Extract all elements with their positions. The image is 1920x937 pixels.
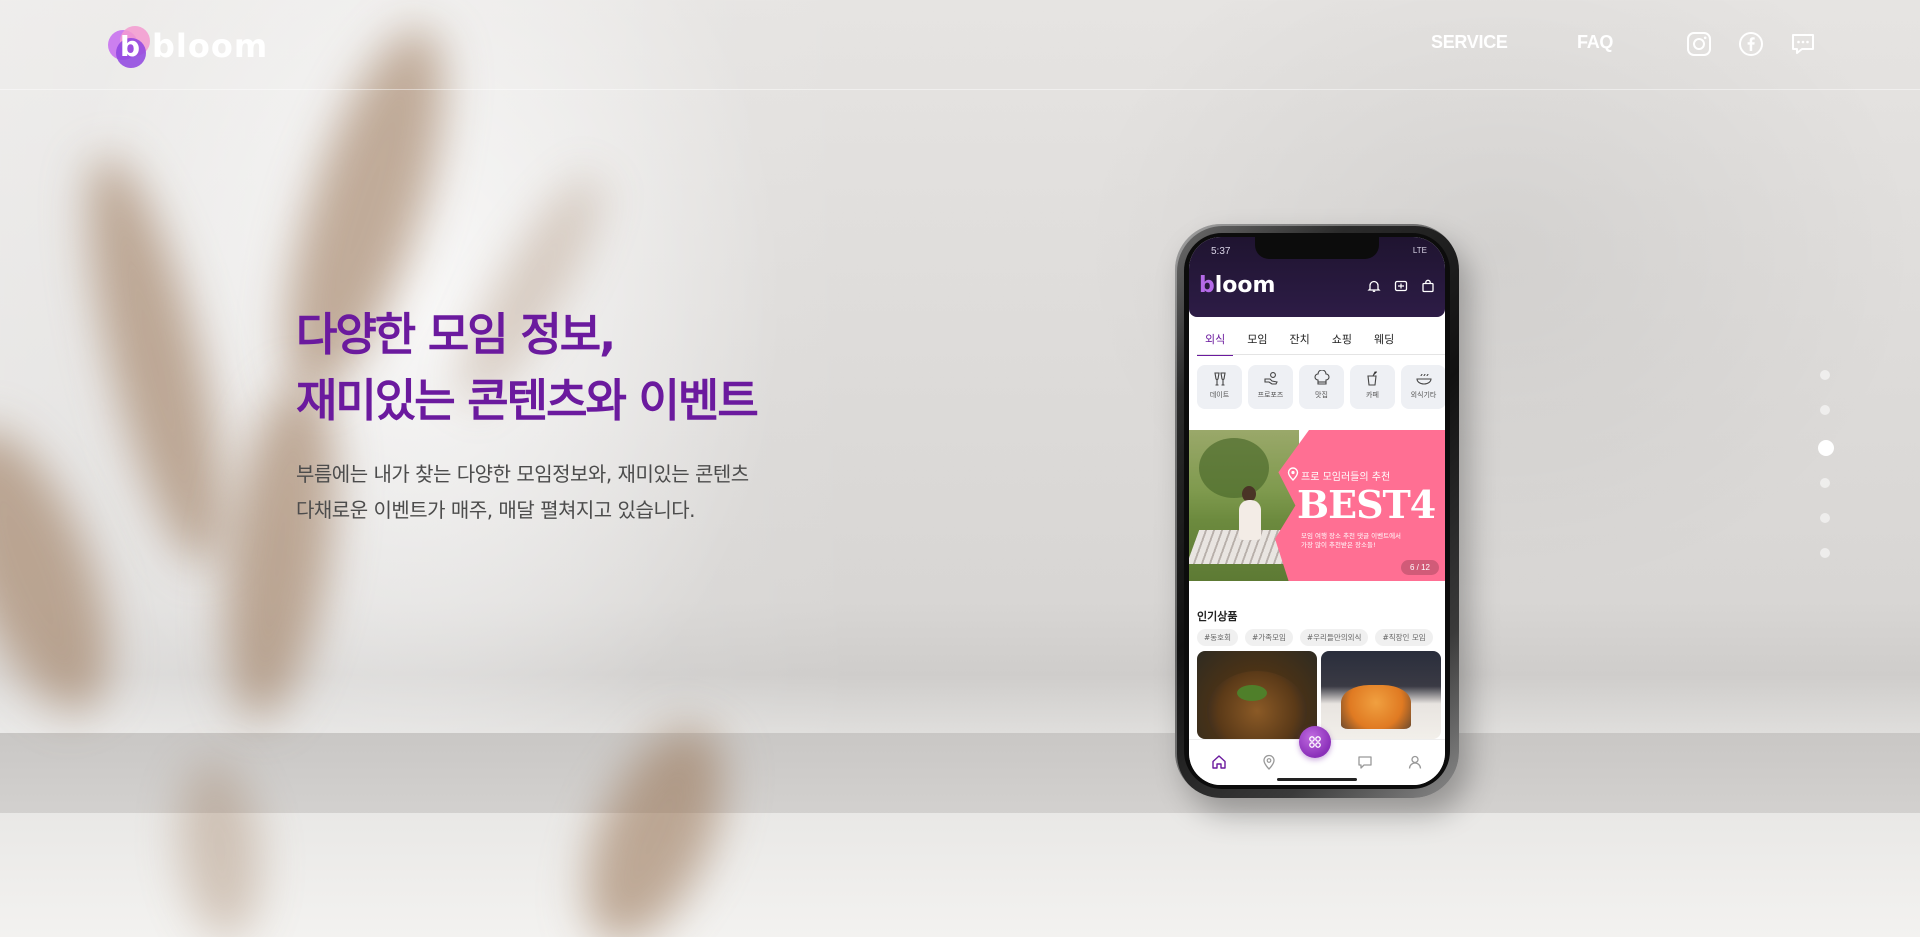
status-time: 5:37 (1211, 246, 1231, 257)
hero-title: 다양한 모임 정보, 재미있는 콘텐츠와 이벤트 (296, 302, 916, 434)
home-icon[interactable] (1211, 754, 1227, 770)
hero-section: 다양한 모임 정보, 재미있는 콘텐츠와 이벤트 부름에는 내가 찾는 다양한 … (296, 302, 916, 528)
social-links (1686, 31, 1816, 57)
app-logo: bloom (1199, 273, 1276, 298)
app-bottom-nav (1189, 726, 1445, 785)
section-pagination (1818, 370, 1834, 583)
background-wall (0, 0, 1920, 937)
phone-mockup: 5:37 LTE bloom 외식 모임 잔치 쇼핑 웨딩 데이트 프로포즈 맛… (1175, 224, 1459, 798)
logo-mark-icon: b (106, 24, 152, 68)
decor-grass (0, 408, 142, 732)
hand-icon (1262, 370, 1280, 388)
phone-screen: 5:37 LTE bloom 외식 모임 잔치 쇼핑 웨딩 데이트 프로포즈 맛… (1189, 237, 1445, 785)
pagination-dot[interactable] (1820, 478, 1830, 488)
hashtag-chip[interactable]: #직장인 모임 (1375, 629, 1433, 646)
background-shelf-top (0, 813, 1920, 937)
shopping-bag-icon[interactable] (1421, 279, 1435, 293)
nav-service-link[interactable]: SERVICE (1431, 32, 1508, 53)
nav-faq-link[interactable]: FAQ (1577, 32, 1613, 53)
hero-desc-line: 다채로운 이벤트가 매주, 매달 펼쳐지고 있습니다. (296, 498, 696, 522)
app-category-tabs: 외식 모임 잔치 쇼핑 웨딩 (1197, 331, 1408, 356)
menu-grid-icon[interactable] (1299, 726, 1331, 758)
chef-hat-icon (1313, 369, 1331, 388)
bell-icon[interactable] (1367, 279, 1381, 293)
background (0, 0, 1920, 937)
category-shortcuts: 데이트 프로포즈 맛집 카페 외식기타 (1197, 365, 1445, 409)
product-card[interactable] (1321, 651, 1441, 739)
decor-grass (60, 145, 250, 575)
app-header: 5:37 LTE bloom (1189, 237, 1445, 317)
hero-desc-line: 부름에는 내가 찾는 다양한 모임정보와, 재미있는 콘텐츠 (296, 462, 749, 486)
category-cafe[interactable]: 카페 (1350, 365, 1395, 409)
decor-grass (170, 756, 270, 937)
facebook-icon[interactable] (1738, 31, 1764, 57)
hashtag-chip[interactable]: #가족모임 (1244, 629, 1293, 646)
logo-text: bloom (152, 27, 269, 65)
hero-title-line: 재미있는 콘텐츠와 이벤트 (296, 374, 759, 427)
pagination-dot[interactable] (1820, 548, 1830, 558)
bowl-icon (1415, 370, 1433, 388)
pagination-dot[interactable] (1820, 405, 1830, 415)
hashtag-chip[interactable]: #우리들만의외식 (1299, 629, 1369, 646)
category-date[interactable]: 데이트 (1197, 365, 1242, 409)
tab-party[interactable]: 잔치 (1282, 331, 1318, 356)
pagination-dot[interactable] (1820, 370, 1830, 380)
pagination-dot[interactable] (1820, 513, 1830, 523)
message-icon[interactable] (1357, 754, 1373, 770)
background-shelf-edge (0, 733, 1920, 815)
hero-title-line: 다양한 모임 정보, (296, 308, 616, 361)
chat-icon[interactable] (1790, 31, 1816, 57)
tab-shopping[interactable]: 쇼핑 (1324, 331, 1360, 356)
hashtag-chips: #동호회 #가족모임 #우리들만의외식 #직장인 모임 (1197, 629, 1433, 646)
category-dining-etc[interactable]: 외식기타 (1401, 365, 1445, 409)
banner-headline: BEST4 (1297, 482, 1436, 527)
tab-wedding[interactable]: 웨딩 (1366, 331, 1402, 356)
tab-dining[interactable]: 외식 (1197, 331, 1234, 356)
banner-subtitle: 프로 모임러들의 추천 (1301, 472, 1391, 483)
decor-grass (557, 707, 753, 937)
category-restaurant[interactable]: 맛집 (1299, 365, 1344, 409)
banner-slide-counter: 6 / 12 (1400, 560, 1439, 575)
cup-icon (1364, 370, 1382, 388)
home-indicator (1277, 778, 1357, 781)
popular-products-title: 인기상품 (1197, 610, 1238, 623)
location-icon[interactable] (1261, 754, 1277, 770)
status-network: LTE (1412, 246, 1427, 255)
category-propose[interactable]: 프로포즈 (1248, 365, 1293, 409)
cheers-icon (1211, 370, 1229, 388)
profile-icon[interactable] (1407, 754, 1423, 770)
site-header: b bloom SERVICE FAQ (0, 0, 1920, 90)
phone-notch (1255, 237, 1379, 259)
product-card[interactable] (1197, 651, 1317, 739)
promo-banner[interactable]: 프로 모임러들의 추천 BEST4 모임 여행 장소 추천 댓글 이벤트에서 가장… (1189, 430, 1445, 581)
app-header-icons (1367, 279, 1435, 293)
hero-description: 부름에는 내가 찾는 다양한 모임정보와, 재미있는 콘텐츠 다채로운 이벤트가… (296, 456, 916, 528)
pagination-dot-active[interactable] (1818, 440, 1834, 456)
tabs-divider (1197, 354, 1445, 355)
instagram-icon[interactable] (1686, 31, 1712, 57)
site-logo[interactable]: b bloom (106, 24, 268, 68)
coupon-icon[interactable] (1394, 279, 1408, 293)
hashtag-chip[interactable]: #동호회 (1197, 629, 1238, 646)
location-pin-icon (1287, 467, 1299, 481)
banner-description: 모임 여행 장소 추천 댓글 이벤트에서 가장 많이 추천받은 장소들! (1301, 532, 1402, 549)
tab-meeting[interactable]: 모임 (1239, 331, 1275, 356)
